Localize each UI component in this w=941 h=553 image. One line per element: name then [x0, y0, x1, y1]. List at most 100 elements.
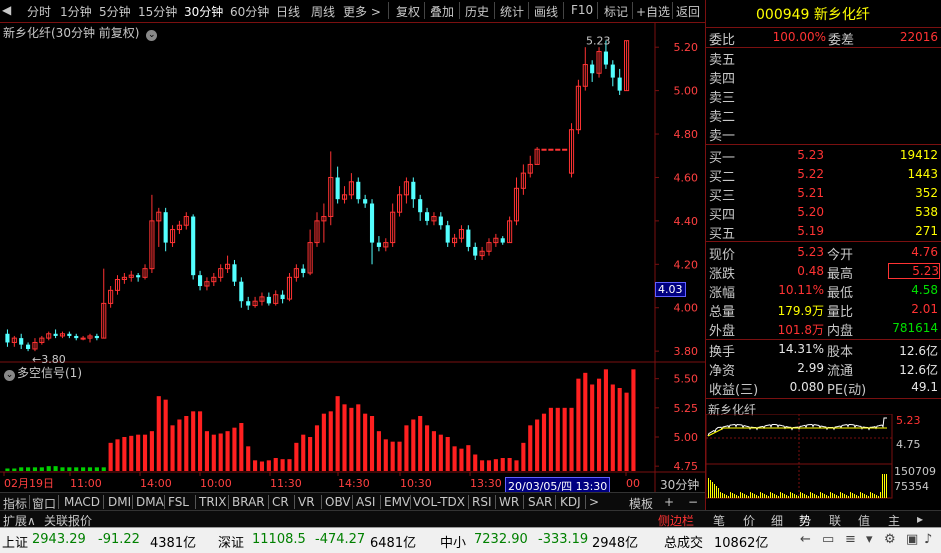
candle-body [197, 275, 203, 287]
indicator-bar [363, 413, 368, 471]
candle-body [590, 64, 595, 74]
mini-volume-bar [862, 493, 863, 498]
mini-volume-bar [872, 493, 873, 498]
settings-icon[interactable]: ⚙ [884, 532, 896, 547]
tab-obv[interactable]: OBV [325, 495, 351, 509]
f10-button[interactable]: F10 [571, 3, 593, 17]
time-tick-label: 14:00 [140, 477, 172, 490]
indicator-bar [390, 441, 395, 471]
indicator-bar [473, 454, 478, 471]
sell-2-label: 卖二 [709, 110, 736, 125]
tab-daily[interactable]: 日线 [276, 3, 300, 20]
tab-5min[interactable]: 5分钟 [99, 3, 131, 20]
mini-volume-bar [810, 492, 811, 498]
indicator-bar [321, 413, 326, 471]
stock-code: 000949 [756, 7, 810, 23]
mini-volume-bar [786, 495, 787, 498]
chart-area[interactable]: 5.20 5.00 4.80 4.60 4.40 4.20 4.00 3.80 5.50 5.25… [0, 22, 705, 492]
tab-weekly[interactable]: 周线 [311, 3, 335, 20]
stat-value: 0.48 [797, 264, 824, 278]
indicator-bar [246, 446, 251, 471]
tab-trix[interactable]: TRIX [199, 495, 226, 509]
tab-15min[interactable]: 15分钟 [138, 3, 177, 20]
stat-label: 今开 [827, 248, 854, 263]
mini-volume-bar [874, 494, 875, 498]
candle-body [191, 216, 196, 276]
period-box[interactable]: 30分钟 [660, 476, 699, 493]
indicator-bar [562, 407, 567, 471]
candle-body [301, 268, 306, 273]
total-value: 10862亿 [714, 536, 769, 551]
indicator-bar [590, 384, 595, 471]
tab-30min[interactable]: 30分钟 [184, 3, 223, 20]
indicator-bar [576, 378, 581, 471]
tab-more-indicators[interactable]: > [589, 495, 599, 509]
candle-body [246, 301, 251, 306]
indicator-bar [177, 419, 182, 471]
index-label[interactable]: 深证 [218, 532, 244, 551]
draw-button[interactable]: 画线 [534, 3, 558, 20]
lock-icon[interactable]: ▣ [906, 532, 918, 547]
indicator-bar [342, 404, 347, 471]
tab-kdj[interactable]: KDJ [560, 495, 581, 509]
stat-label: 最低 [827, 286, 854, 301]
list-icon[interactable]: ≡ [845, 532, 856, 547]
mini-volume-bar [858, 496, 859, 498]
tab-rsi[interactable]: RSI [472, 495, 492, 509]
mini-volume-bar [856, 495, 857, 498]
tab-60min[interactable]: 60分钟 [230, 3, 269, 20]
back-button[interactable]: 返回 [676, 3, 700, 20]
dropdown-icon[interactable]: ▾ [866, 532, 873, 547]
tab-wr[interactable]: WR [499, 495, 519, 509]
fuquan-button[interactable]: 复权 [396, 3, 420, 20]
tab-more[interactable]: 更多 > [343, 3, 381, 20]
more-icon[interactable]: ▸ [917, 512, 923, 526]
indicator-bar [507, 458, 512, 471]
tab-sar[interactable]: SAR [528, 495, 552, 509]
tab-fenshi[interactable]: 分时 [27, 3, 51, 20]
period-toolbar: ◀ 分时 1分钟 5分钟 15分钟 30分钟 60分钟 日线 周线 更多 > 复… [0, 0, 705, 23]
scroll-down-icon[interactable]: − [688, 495, 698, 509]
indicator-bar [459, 448, 464, 471]
mini-volume-bar [738, 496, 739, 498]
arrow-left-icon[interactable]: ← [800, 532, 811, 547]
stats-button[interactable]: 统计 [500, 3, 524, 20]
tab-cr[interactable]: CR [272, 495, 289, 509]
candle-body [548, 148, 554, 151]
chevron-down-icon[interactable]: ⌄ [146, 30, 158, 41]
chevron-down-icon[interactable]: ⌄ [4, 370, 15, 381]
indicator-bar [555, 407, 560, 471]
index-label[interactable]: 上证 [2, 532, 28, 551]
kline-chart[interactable]: 5.20 5.00 4.80 4.60 4.40 4.20 4.00 3.80 5.50 5.25… [0, 22, 705, 492]
scroll-up-icon[interactable]: + [664, 495, 674, 509]
indicator-bar [280, 459, 285, 471]
window-icon[interactable]: ▭ [822, 532, 834, 547]
mini-volume-bar [850, 492, 851, 498]
tab-vol-tdx[interactable]: VOL-TDX [413, 495, 465, 509]
tab-1min[interactable]: 1分钟 [60, 3, 92, 20]
price-tick-label: 4.60 [674, 171, 699, 184]
stat-label: 换手 [709, 345, 736, 360]
webi-value: 100.00% [772, 30, 826, 44]
tab-fsl[interactable]: FSL [168, 495, 189, 509]
index-amount: 4381亿 [150, 536, 197, 551]
tab-asi[interactable]: ASI [356, 495, 375, 509]
overlay-button[interactable]: 叠加 [430, 3, 454, 20]
tab-dmi[interactable]: DMI [108, 495, 131, 509]
tab-brar[interactable]: BRAR [232, 495, 265, 509]
sound-icon[interactable]: ♪ [924, 532, 932, 547]
tab-emv[interactable]: EMV [384, 495, 410, 509]
index-amount: 6481亿 [370, 536, 417, 551]
collapse-icon[interactable]: ◀ [2, 3, 11, 17]
candle-body [610, 64, 615, 78]
tab-macd[interactable]: MACD [64, 495, 100, 509]
add-watchlist-button[interactable]: +自选 [636, 3, 670, 20]
tab-dma[interactable]: DMA [136, 495, 164, 509]
tab-vr[interactable]: VR [298, 495, 315, 509]
indicator-bar [218, 433, 223, 471]
index-label[interactable]: 中小 [440, 532, 466, 551]
history-button[interactable]: 历史 [465, 3, 489, 20]
mark-button[interactable]: 标记 [604, 3, 628, 20]
mini-volume-bar [882, 474, 883, 498]
indicator-bar [184, 416, 189, 471]
